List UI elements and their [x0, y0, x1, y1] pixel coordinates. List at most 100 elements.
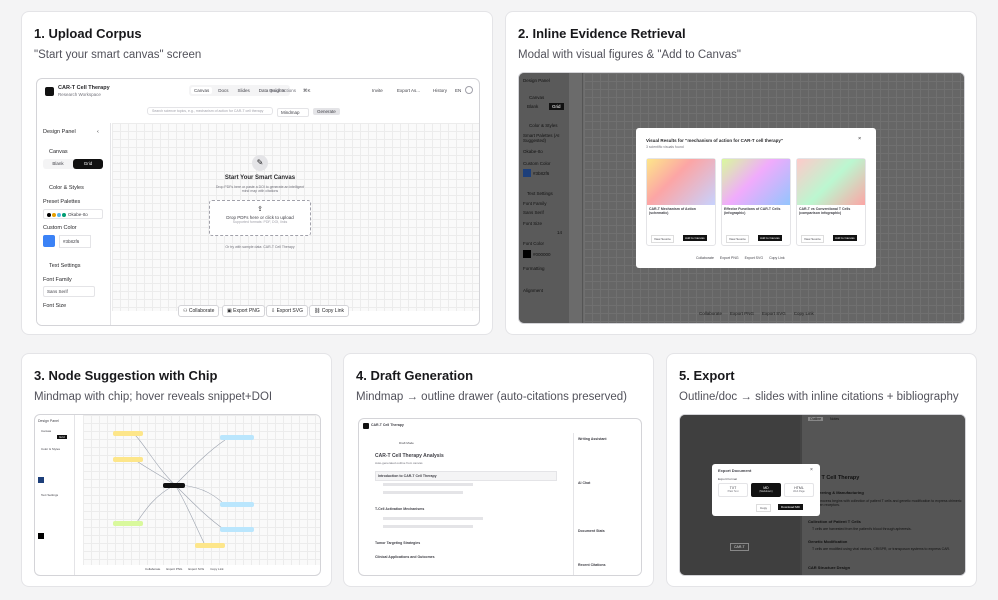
card-draft-generation: 4. Draft Generation Mindmap → outline dr… — [343, 353, 654, 587]
figure-image — [647, 159, 715, 205]
quick-actions[interactable]: Quick actions — [269, 88, 296, 93]
collapse-icon[interactable]: ‹ — [97, 129, 99, 135]
format-sub: Plain Text — [727, 490, 739, 493]
outline-area: CAR-T Cell Therapy Analysis Auto-generat… — [363, 449, 563, 575]
copy-link-button[interactable]: Copy Link — [794, 311, 814, 316]
collaborate-button[interactable]: Collaborate — [699, 311, 722, 316]
add-to-canvas-button[interactable]: Add to Canvas — [758, 235, 782, 241]
avatar[interactable] — [465, 86, 473, 94]
language-toggle[interactable]: EN — [455, 88, 461, 93]
tab-canvas[interactable]: Canvas — [191, 87, 213, 94]
export-png-button[interactable]: Export PNG — [720, 256, 739, 260]
outline-section[interactable]: Tumor Targeting Strategies — [375, 541, 420, 545]
palette-select[interactable]: Okabe-Ito — [43, 209, 103, 219]
close-icon[interactable]: × — [810, 467, 813, 473]
view-source-button[interactable]: View Source — [651, 235, 674, 243]
add-to-canvas-button[interactable]: Add to Canvas — [833, 235, 857, 241]
font-color-hex[interactable]: #000000 — [533, 252, 551, 257]
view-source-button[interactable]: View Source — [726, 235, 749, 243]
sample-data-link[interactable]: Or try with sample data: CAR-T Cell Ther… — [209, 245, 311, 249]
export-format-label: Export Format — [718, 477, 738, 481]
upload-icon: ⇪ — [257, 206, 263, 213]
format-option-txt[interactable]: TXT Plain Text — [718, 483, 748, 497]
collaborate-button[interactable]: Collaborate — [145, 567, 160, 571]
palette-icon: ✎ — [252, 155, 268, 171]
tab-outline[interactable]: Outline — [808, 417, 824, 421]
export-svg-button[interactable]: Export SVG — [188, 567, 204, 571]
tab-slides[interactable]: Slides — [235, 87, 253, 94]
generate-button[interactable]: Generate — [313, 108, 340, 115]
outline-line — [383, 483, 473, 486]
mindmap-node[interactable] — [113, 521, 143, 526]
dropzone[interactable]: ⇪ Drop PDFs here or click to upload Supp… — [209, 200, 311, 236]
export-svg-button[interactable]: Export SVG — [745, 256, 763, 260]
export-as-button[interactable]: Export As... — [397, 88, 420, 93]
card-export: 5. Export Outline/doc → slides with inli… — [666, 353, 977, 587]
export-png-button[interactable]: Export PNG — [730, 311, 754, 316]
ai-chat-label: AI Chat — [578, 481, 591, 485]
format-option-md[interactable]: MD (Markdown) — [751, 483, 781, 497]
add-to-canvas-button[interactable]: Add to Canvas — [683, 235, 707, 241]
hub-node[interactable]: CAR-T — [730, 543, 749, 551]
font-size-value[interactable]: 14 — [557, 230, 562, 235]
font-family-select[interactable]: Sans Serif — [523, 210, 544, 215]
draft-mode-tab[interactable]: Draft Mode — [399, 441, 414, 445]
history-button[interactable]: History — [433, 88, 447, 93]
custom-color-swatch[interactable] — [523, 169, 531, 177]
bottom-actions: Collaborate Export PNG Export SVG Copy L… — [699, 311, 814, 316]
grid-option[interactable]: Grid — [549, 103, 564, 110]
mode-select[interactable]: Mindmap — [277, 108, 309, 117]
font-family-label: Font Family — [43, 277, 72, 283]
tab-docs[interactable]: Docs — [215, 87, 231, 94]
mindmap-node[interactable] — [113, 457, 143, 462]
palette-value[interactable]: Okabe-Ito — [523, 149, 543, 154]
mindmap-node[interactable] — [220, 502, 254, 507]
collaborate-button[interactable]: Collaborate — [696, 256, 714, 260]
outline-section[interactable]: Clinical Applications and Outcomes — [375, 555, 435, 559]
format-option-html[interactable]: HTML Web Page — [784, 483, 814, 497]
export-svg-button[interactable]: Export SVG — [762, 311, 786, 316]
mindmap-root-node[interactable] — [163, 483, 185, 488]
font-family-select[interactable]: Sans Serif — [43, 286, 95, 297]
outline-section[interactable]: Introduction to CAR-T Cell Therapy — [375, 471, 557, 481]
invite-button[interactable]: Invite — [372, 88, 383, 93]
card-subtitle: Modal with visual figures & "Add to Canv… — [518, 49, 741, 61]
grid-option[interactable]: Grid — [73, 159, 103, 169]
copy-button[interactable]: Copy — [756, 504, 772, 512]
tab-notes[interactable]: Notes — [830, 417, 839, 421]
figure-card: CAR-T Mechanism of Action (schematic) Vi… — [646, 158, 716, 246]
app-logo — [45, 87, 54, 96]
custom-color-hex[interactable]: #3b82f6 — [533, 171, 549, 176]
design-panel-title: Design Panel — [43, 129, 76, 135]
search-input[interactable]: Search science topics, e.g., mechanism o… — [147, 107, 273, 115]
copy-link-button[interactable]: Copy Link — [210, 567, 223, 571]
export-svg-button[interactable]: ⇩ Export SVG — [266, 305, 308, 317]
copy-link-button[interactable]: Copy Link — [769, 256, 785, 260]
copy-link-button[interactable]: ⛓ Copy Link — [309, 305, 349, 317]
mindmap-edges — [134, 434, 226, 546]
export-png-button[interactable]: Export PNG — [166, 567, 182, 571]
mindmap-node[interactable] — [220, 527, 254, 532]
app-name: CAR-T Cell Therapy — [371, 423, 404, 427]
font-color-swatch[interactable] — [523, 250, 531, 258]
preset-palettes-label: Preset Palettes — [43, 199, 81, 205]
export-png-button[interactable]: ▣ Export PNG — [222, 305, 265, 317]
figure-title: CAR-T vs Conventional T Cells (compariso… — [799, 207, 851, 215]
mindmap-node[interactable] — [220, 435, 254, 440]
mindmap-node[interactable] — [113, 431, 143, 436]
blank-option[interactable]: Blank — [527, 104, 538, 109]
upload-heading: Start Your Smart Canvas — [224, 175, 296, 181]
color-styles-label: Color & Styles — [529, 123, 558, 128]
outline-section[interactable]: T-Cell Activation Mechanisms — [375, 507, 424, 511]
palette-value: Okabe-Ito — [68, 212, 88, 217]
card-title: 2. Inline Evidence Retrieval — [518, 26, 686, 41]
mindmap-node[interactable] — [195, 543, 225, 548]
close-icon[interactable]: × — [858, 136, 861, 142]
section-bullet: The process begins with collection of pa… — [812, 499, 962, 507]
view-source-button[interactable]: View Source — [801, 235, 824, 243]
collaborate-button[interactable]: ⚇ Collaborate — [178, 305, 220, 317]
download-md-button[interactable]: Download MD — [778, 504, 803, 510]
custom-color-hex[interactable]: #3b82f6 — [59, 235, 91, 248]
blank-option[interactable]: Blank — [43, 159, 73, 169]
custom-color-swatch[interactable] — [43, 235, 55, 247]
